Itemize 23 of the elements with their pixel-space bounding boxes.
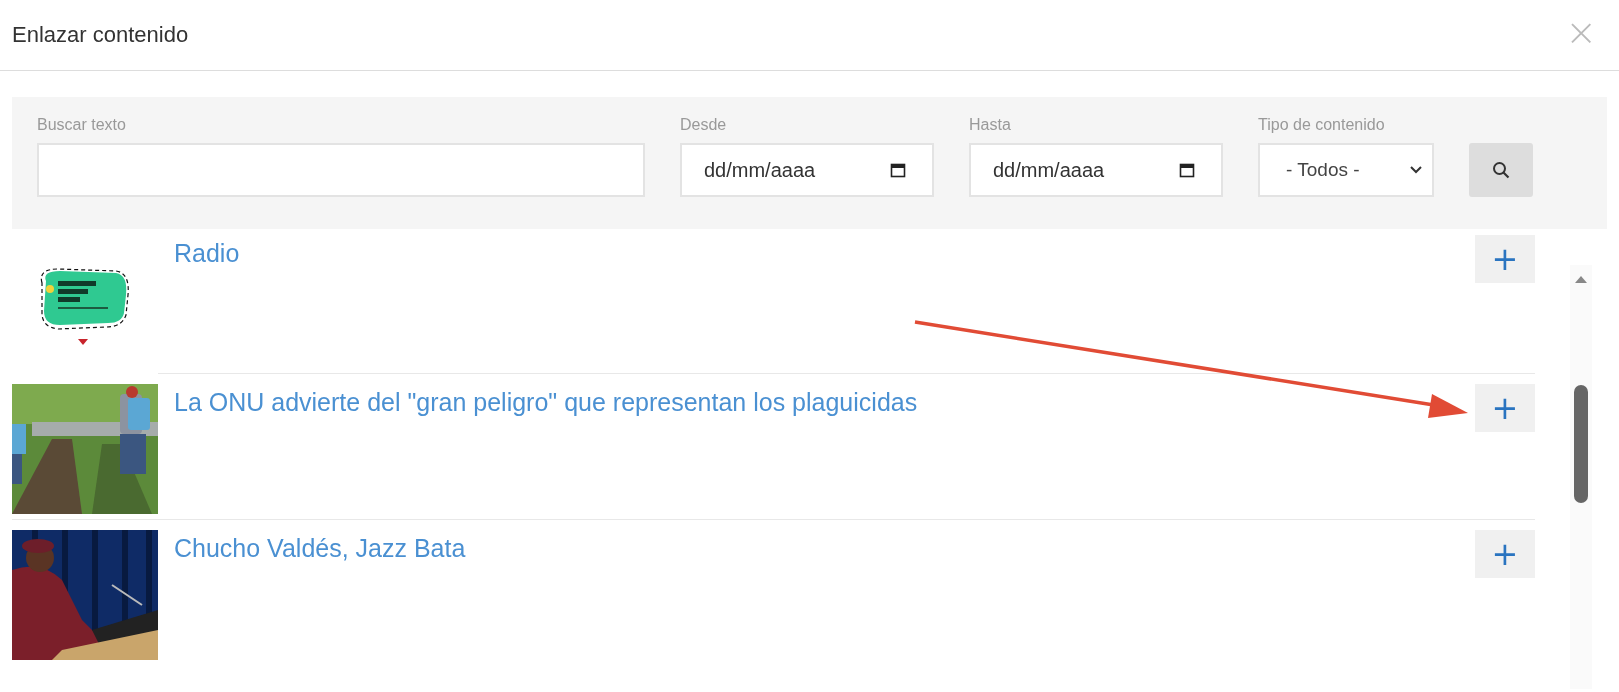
- field-label: Hasta: [969, 115, 1012, 135]
- add-button[interactable]: +: [1475, 384, 1535, 432]
- scrollbar[interactable]: [1570, 265, 1592, 689]
- calendar-icon[interactable]: [1179, 162, 1195, 178]
- scrollbar-thumb[interactable]: [1574, 385, 1588, 503]
- date-field[interactable]: dd/mm/aaaa: [680, 143, 934, 197]
- field-label: Buscar texto: [37, 115, 127, 135]
- content-link[interactable]: La ONU advierte del "gran peligro" que representan los plaguicidas: [174, 388, 1475, 417]
- scroll-up-icon[interactable]: [1575, 275, 1587, 283]
- content-link[interactable]: Radio: [174, 239, 1475, 268]
- calendar-icon[interactable]: [890, 162, 906, 178]
- add-button[interactable]: +: [1475, 530, 1535, 578]
- content-link[interactable]: Chucho Valdés, Jazz Bata: [174, 534, 1475, 563]
- chevron-down-icon: [1410, 166, 1422, 174]
- add-button[interactable]: +: [1475, 235, 1535, 283]
- field-label: Tipo de contenido: [1258, 115, 1386, 135]
- search-field[interactable]: [37, 143, 645, 197]
- date-field[interactable]: dd/mm/aaaa: [969, 143, 1223, 197]
- field-label: Desde: [680, 115, 728, 135]
- type-dropdown[interactable]: - Todos -: [1258, 143, 1434, 197]
- dialog-title: Enlazar contenido: [12, 22, 189, 48]
- search-icon: [1492, 161, 1510, 179]
- search-button[interactable]: [1469, 143, 1533, 197]
